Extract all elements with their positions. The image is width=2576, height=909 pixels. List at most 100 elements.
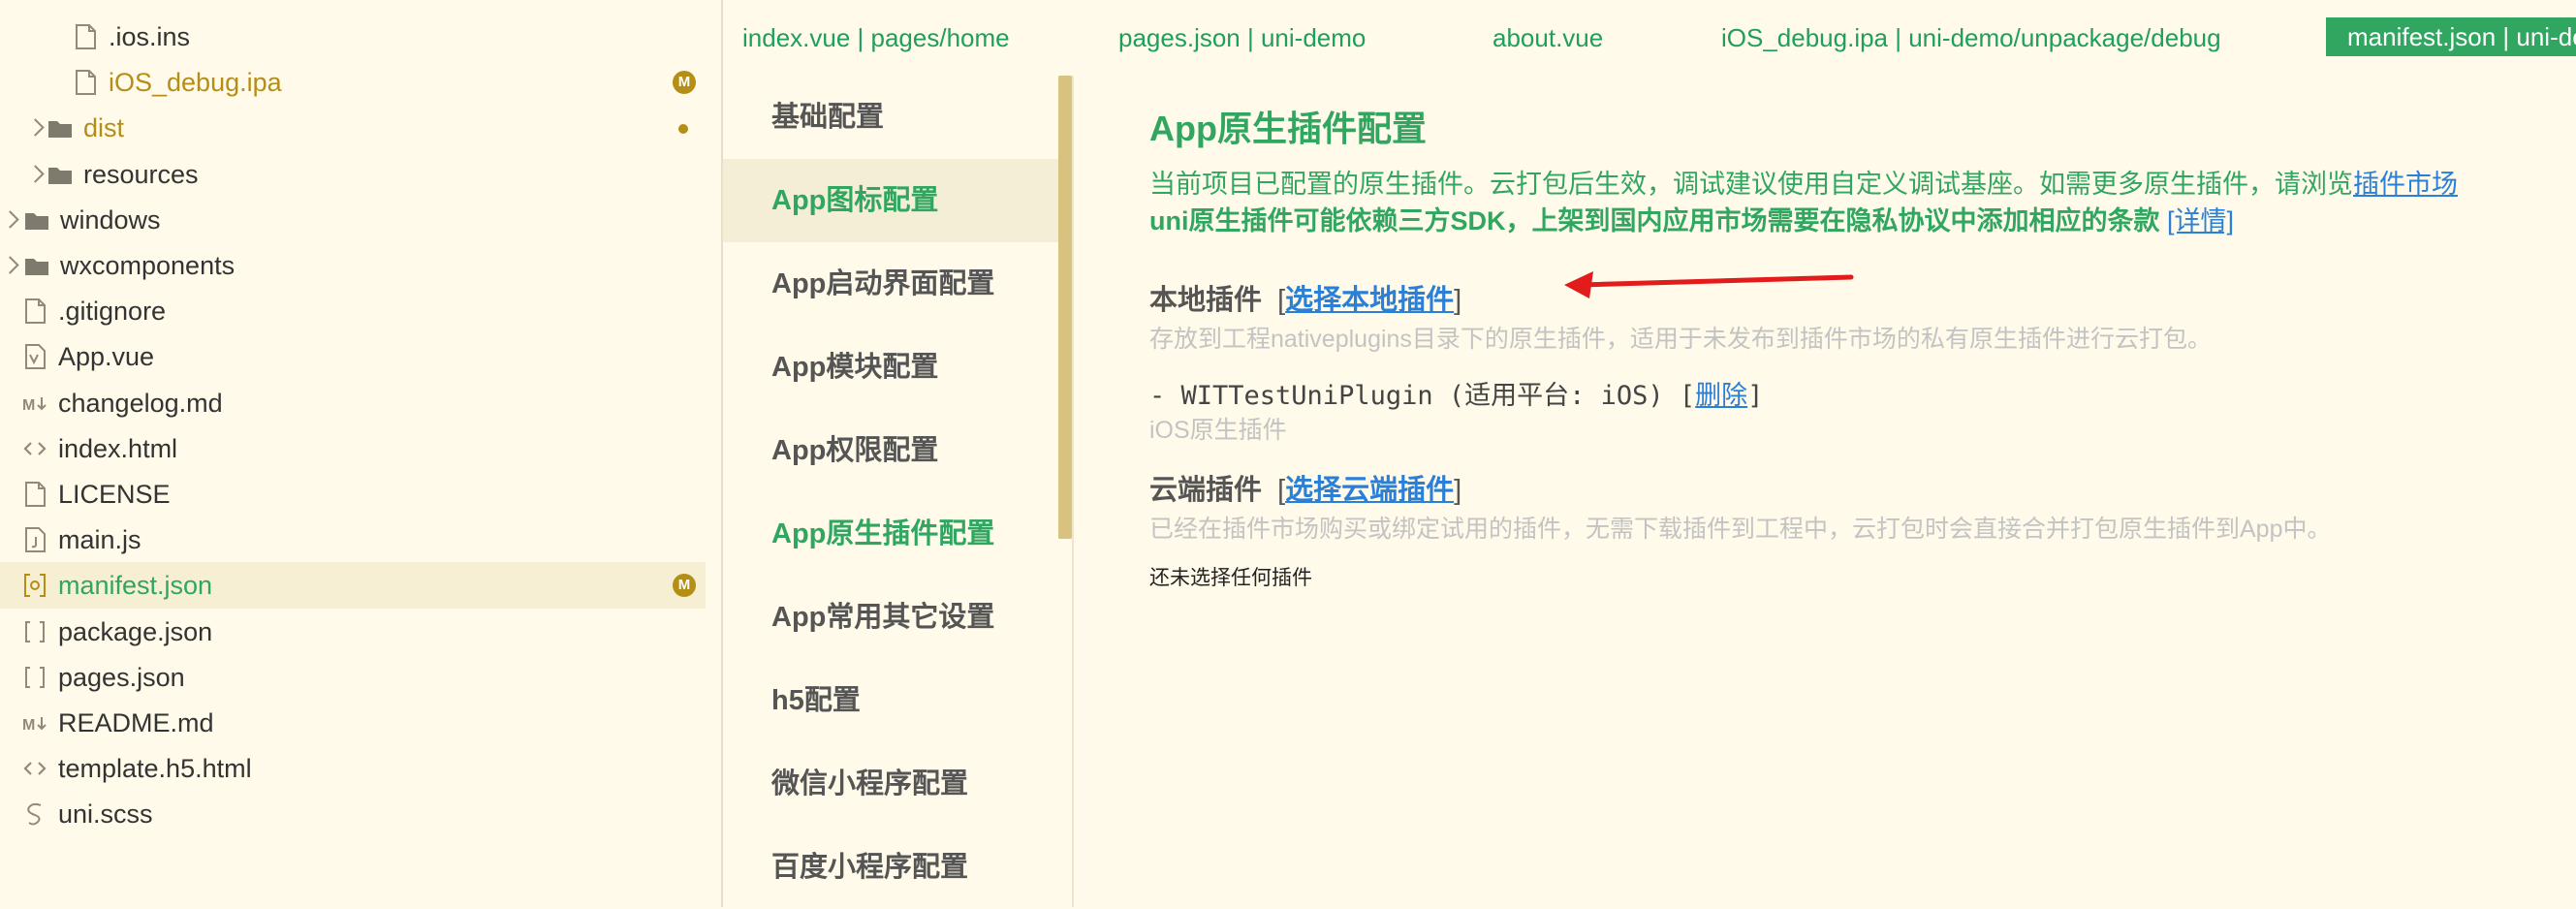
settings-nav-item[interactable]: h5配置 (723, 659, 1058, 742)
editor-tab[interactable]: about.vue (1492, 21, 1603, 54)
chevron-right-icon[interactable] (26, 118, 45, 138)
file-tree-item[interactable]: dist (0, 105, 706, 151)
nav-divider (1072, 76, 1074, 907)
file-tree-label: template.h5.html (58, 754, 252, 784)
chevron-right-icon[interactable] (1, 210, 19, 229)
details-link[interactable]: [详情] (2167, 206, 2234, 235)
file-tree-label: uni.scss (58, 799, 153, 830)
cloud-plugins-description: 已经在插件市场购买或绑定试用的插件，无需下载插件到工程中，云打包时会直接合并打包… (1149, 516, 2332, 543)
svg-text:M: M (22, 397, 35, 414)
select-cloud-plugin-link[interactable]: 选择云端插件 (1285, 475, 1454, 506)
page-title: App原生插件配置 (1149, 109, 1427, 148)
file-tree-item[interactable]: pages.json (0, 654, 706, 701)
file-tree-label: main.js (58, 525, 141, 555)
manifest-settings-nav: 基础配置 App图标配置 App启动界面配置 App模块配置 App权限配置 App原生插… (723, 76, 1058, 907)
file-tree-item[interactable]: manifest.json M (0, 562, 706, 610)
file-tree-item[interactable]: windows (0, 197, 706, 243)
json-icon (21, 664, 48, 691)
delete-plugin-link[interactable]: 删除 (1695, 381, 1747, 410)
file-tree-label: wxcomponents (60, 251, 236, 280)
file-tree-label: README.md (58, 708, 214, 737)
file-tree-item[interactable]: LICENSE (0, 471, 706, 517)
file-explorer: .ios.ins iOS_debug.ipa Mdist resources windo… (0, 0, 723, 907)
file-tree-item[interactable]: uni.scss (0, 791, 706, 837)
file-tree-label: pages.json (58, 662, 185, 692)
local-plugins-title: 本地插件 (1149, 285, 1263, 316)
settings-nav-item[interactable]: App模块配置 (723, 326, 1058, 409)
file-tree-label: LICENSE (58, 480, 171, 509)
local-plugins-heading: 本地插件 [选择本地插件] (1149, 277, 1461, 318)
no-plugins-selected: 还未选择任何插件 (1149, 567, 1312, 589)
folder-icon (47, 114, 74, 141)
privacy-notice-text: uni原生插件可能依赖三方SDK，上架到国内应用市场需要在隐私协议中添加相应的条… (1149, 206, 2160, 235)
settings-nav-item[interactable]: 百度小程序配置 (723, 826, 1058, 909)
file-tree-item[interactable]: index.html (0, 425, 706, 472)
file-tree-label: resources (83, 159, 199, 189)
file-tree-item[interactable]: iOS_debug.ipa M (0, 59, 706, 106)
plugin-entry-name: - WITTestUniPlugin (适用平台: iOS) [ (1149, 381, 1696, 411)
file-tree-item[interactable]: M README.md (0, 700, 706, 746)
manifest-icon (21, 572, 48, 599)
file-tree-item[interactable]: template.h5.html (0, 745, 706, 792)
select-local-plugin-link[interactable]: 选择本地插件 (1285, 285, 1454, 316)
html-icon (21, 755, 48, 782)
file-tree-item[interactable]: App.vue (0, 333, 706, 380)
file-tree-item[interactable]: resources (0, 151, 706, 198)
file-tree-label: iOS_debug.ipa (109, 68, 282, 98)
local-plugins-description: 存放到工程nativeplugins目录下的原生插件，适用于未发布到插件市场的私… (1149, 326, 2212, 353)
editor-tab[interactable]: pages.json | uni-demo (1118, 21, 1366, 54)
folder-icon (47, 161, 74, 188)
settings-nav-item[interactable]: App常用其它设置 (723, 576, 1058, 659)
file-tree-item[interactable]: .gitignore (0, 288, 706, 334)
svg-text:M: M (22, 717, 35, 734)
file-icon (21, 298, 48, 325)
settings-nav-item[interactable]: App原生插件配置 (723, 492, 1058, 576)
modified-badge: M (673, 574, 696, 598)
plugin-entry: - WITTestUniPlugin (适用平台: iOS) [删除] (1149, 374, 1763, 412)
settings-nav-item[interactable]: App图标配置 (723, 159, 1058, 242)
file-tree-item[interactable]: .ios.ins (0, 14, 706, 60)
nav-scrollbar[interactable] (1058, 76, 1072, 539)
settings-nav-item[interactable]: 基础配置 (723, 76, 1058, 159)
intro-text-body: 当前项目已配置的原生插件。云打包后生效，调试建议使用自定义调试基座。如需更多原生… (1149, 170, 2353, 199)
file-icon (72, 69, 99, 96)
json-icon (21, 618, 48, 645)
html-icon (21, 435, 48, 462)
plugin-market-link[interactable]: 插件市场 (2353, 170, 2458, 199)
file-tree-label: windows (60, 204, 161, 235)
file-tree-item[interactable]: package.json (0, 609, 706, 655)
modified-badge: M (673, 71, 696, 95)
editor-tab[interactable]: manifest.json | uni-demo (2326, 17, 2576, 56)
chevron-right-icon[interactable] (1, 256, 19, 274)
settings-nav-item[interactable]: App权限配置 (723, 409, 1058, 492)
folder-icon (23, 252, 50, 279)
file-tree-item[interactable]: main.js (0, 517, 706, 563)
markdown-icon: M (21, 390, 48, 417)
scss-icon (21, 800, 48, 828)
settings-nav-item[interactable]: App启动界面配置 (723, 242, 1058, 326)
file-tree-item[interactable]: Mchangelog.md (0, 380, 706, 426)
js-file-icon (21, 526, 48, 553)
plugin-entry-description: iOS原生插件 (1149, 417, 1287, 444)
file-tree-item[interactable]: wxcomponents (0, 242, 706, 289)
editor-tab[interactable]: iOS_debug.ipa | uni-demo/unpackage/debug (1721, 21, 2221, 54)
chevron-right-icon[interactable] (26, 164, 45, 183)
bracket: ] (1747, 381, 1764, 411)
cloud-plugins-heading: 云端插件 [选择云端插件] (1149, 467, 1461, 508)
file-icon (72, 23, 99, 50)
file-tree-label: .ios.ins (109, 22, 191, 51)
editor-tab[interactable]: index.vue | pages/home (742, 21, 1010, 54)
editor-tab-bar: index.vue | pages/home pages.json | uni-d… (723, 0, 2576, 72)
bracket: [ (1277, 475, 1286, 506)
file-tree-label: dist (83, 113, 125, 143)
bracket: ] (1454, 475, 1462, 506)
markdown-icon: M (21, 709, 48, 737)
bracket: ] (1454, 285, 1462, 316)
file-tree-label: App.vue (58, 342, 155, 372)
plugin-config-panel: App原生插件配置 当前项目已配置的原生插件。云打包后生效，调试建议使用自定义调… (1076, 76, 2576, 907)
modified-dot-icon (678, 124, 688, 135)
settings-nav-item[interactable]: 微信小程序配置 (723, 742, 1058, 826)
file-tree-label: package.json (58, 616, 213, 646)
vue-file-icon (21, 343, 48, 370)
file-tree-label: index.html (58, 433, 178, 463)
